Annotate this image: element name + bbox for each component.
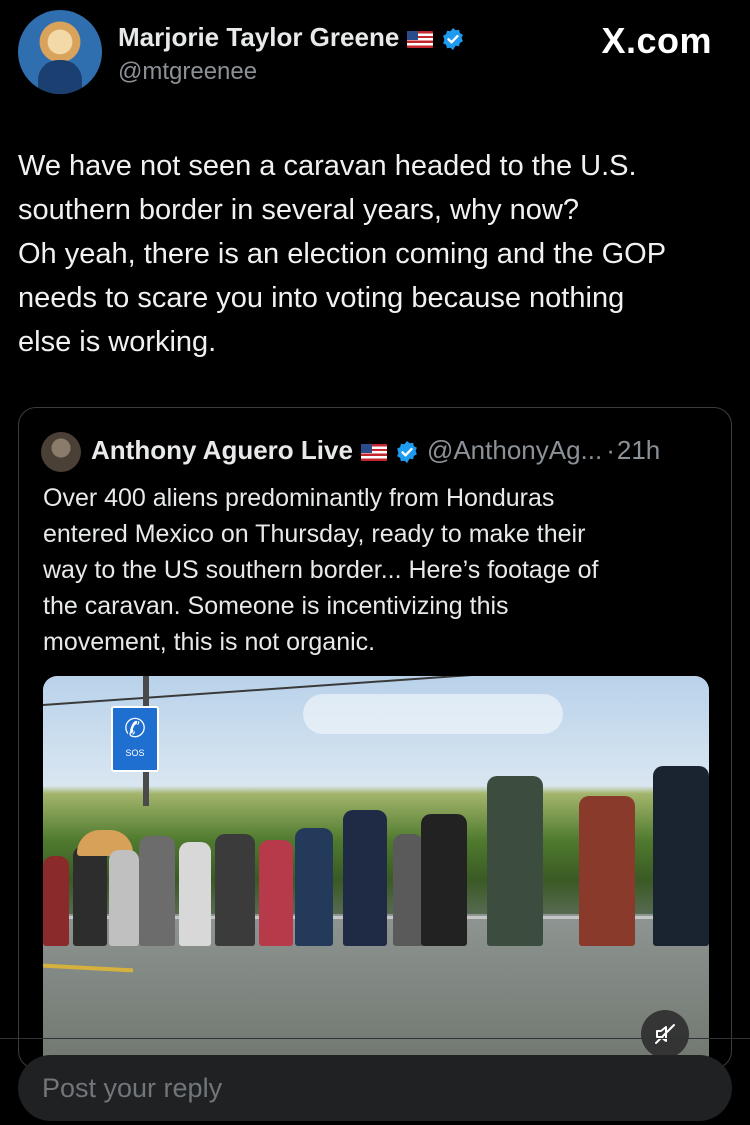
phone-icon: ✆ — [124, 713, 146, 743]
person — [259, 840, 293, 946]
reply-placeholder: Post your reply — [42, 1073, 223, 1103]
person — [179, 842, 211, 946]
post-text: We have not seen a caravan headed to the… — [18, 144, 730, 364]
mute-icon — [655, 1024, 675, 1044]
person — [215, 834, 255, 946]
post-text-line: We have not seen a caravan headed to the… — [18, 150, 637, 182]
reply-input[interactable]: Post your reply — [18, 1055, 732, 1121]
quoted-text-line: Over 400 aliens predominantly from Hondu… — [43, 484, 555, 512]
x-brand-logo: X.com — [601, 20, 712, 61]
verified-badge-icon — [397, 441, 417, 464]
person — [487, 776, 543, 946]
person — [343, 810, 387, 946]
main-avatar[interactable] — [18, 10, 102, 94]
person — [421, 814, 467, 946]
person — [393, 834, 423, 946]
quoted-header: Anthony Aguero Live @AnthonyAg... ·21h — [91, 435, 660, 466]
sky-cloud — [303, 694, 563, 734]
sos-phone-sign: ✆ SOS — [111, 706, 159, 772]
video-thumbnail[interactable]: ✆ SOS — [43, 676, 709, 1068]
us-flag-icon — [407, 30, 434, 48]
person — [73, 846, 107, 946]
verified-badge-icon — [443, 28, 464, 51]
crowd — [43, 766, 709, 976]
reply-divider — [0, 1038, 750, 1039]
mute-button[interactable] — [641, 1010, 689, 1058]
post-text-line: else is working. — [18, 326, 217, 358]
person — [109, 850, 139, 946]
quoted-text-line: entered Mexico on Thursday, ready to mak… — [43, 520, 586, 548]
quoted-separator: · — [606, 435, 615, 465]
author-name[interactable]: Marjorie Taylor Greene — [118, 22, 399, 52]
person — [43, 856, 69, 946]
us-flag-icon — [360, 443, 387, 461]
sos-sign-text: SOS — [125, 748, 145, 758]
quoted-author-name[interactable]: Anthony Aguero Live — [91, 435, 353, 465]
person — [653, 766, 709, 946]
post-text-line: Oh yeah, there is an election coming and… — [18, 238, 667, 270]
author-handle[interactable]: @mtgreenee — [118, 58, 257, 86]
person — [579, 796, 635, 946]
quoted-text-line: way to the US southern border... Here’s … — [43, 556, 599, 584]
author-name-row: Marjorie Taylor Greene — [118, 22, 465, 53]
quoted-text: Over 400 aliens predominantly from Hondu… — [43, 480, 703, 660]
quoted-handle[interactable]: @AnthonyAg... — [427, 435, 602, 465]
post-text-line: southern border in several years, why no… — [18, 194, 579, 226]
quoted-text-line: the caravan. Someone is incentivizing th… — [43, 592, 509, 620]
person — [139, 836, 175, 946]
person — [295, 828, 333, 946]
quoted-author-avatar[interactable] — [41, 432, 81, 472]
quoted-post-card[interactable]: Anthony Aguero Live @AnthonyAg... ·21h Ove… — [18, 407, 732, 1069]
quoted-time[interactable]: 21h — [617, 435, 660, 465]
post-text-line: needs to scare you into voting because n… — [18, 282, 625, 314]
quoted-text-line: movement, this is not organic. — [43, 628, 376, 656]
